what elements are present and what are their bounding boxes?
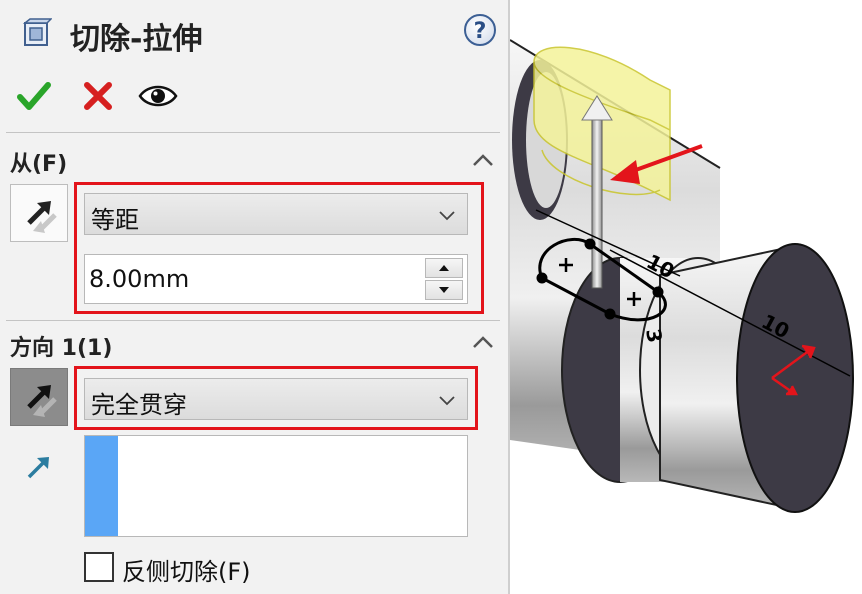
direction-vector-icon[interactable] <box>24 452 54 482</box>
divider-line <box>6 132 500 133</box>
end-cylinder-face <box>736 243 854 513</box>
arrow-direction-icon <box>27 201 57 233</box>
help-icon[interactable]: ? <box>464 14 496 46</box>
selection-color-bar <box>85 436 118 536</box>
title-row: 切除-拉伸 ? <box>14 12 496 57</box>
action-buttons <box>14 76 214 116</box>
from-start-icon-button[interactable] <box>10 184 68 242</box>
flip-side-label: 反侧切除(F) <box>122 558 251 586</box>
direction-pin <box>591 117 603 289</box>
collapse-chevron-icon[interactable] <box>470 332 496 352</box>
3d-model-view: 10 10 3 <box>510 39 854 513</box>
divider-line <box>6 320 500 321</box>
from-section-title: 从(F) <box>10 152 68 177</box>
collapse-chevron-icon[interactable] <box>470 150 496 170</box>
highlight-box-from <box>74 182 484 314</box>
preview-eye-icon[interactable] <box>138 76 178 116</box>
reverse-direction-button[interactable] <box>10 368 68 426</box>
reverse-direction-icon <box>27 385 57 417</box>
flip-side-checkbox[interactable] <box>84 552 114 582</box>
ok-check-icon[interactable] <box>14 76 54 116</box>
cancel-x-icon[interactable] <box>78 76 118 116</box>
direction-section-title: 方向 1(1) <box>10 336 113 361</box>
panel-title: 切除-拉伸 <box>70 22 203 57</box>
property-manager-panel: 切除-拉伸 ? 从(F) 等距 8.00mm 方向 1(1) 完全贯穿 反侧切除… <box>0 0 508 594</box>
cut-extrude-feature-icon <box>22 18 52 46</box>
direction-selection-list[interactable] <box>84 435 468 537</box>
graphics-viewport[interactable]: 10 10 3 <box>510 0 862 594</box>
highlight-box-direction <box>74 366 478 430</box>
